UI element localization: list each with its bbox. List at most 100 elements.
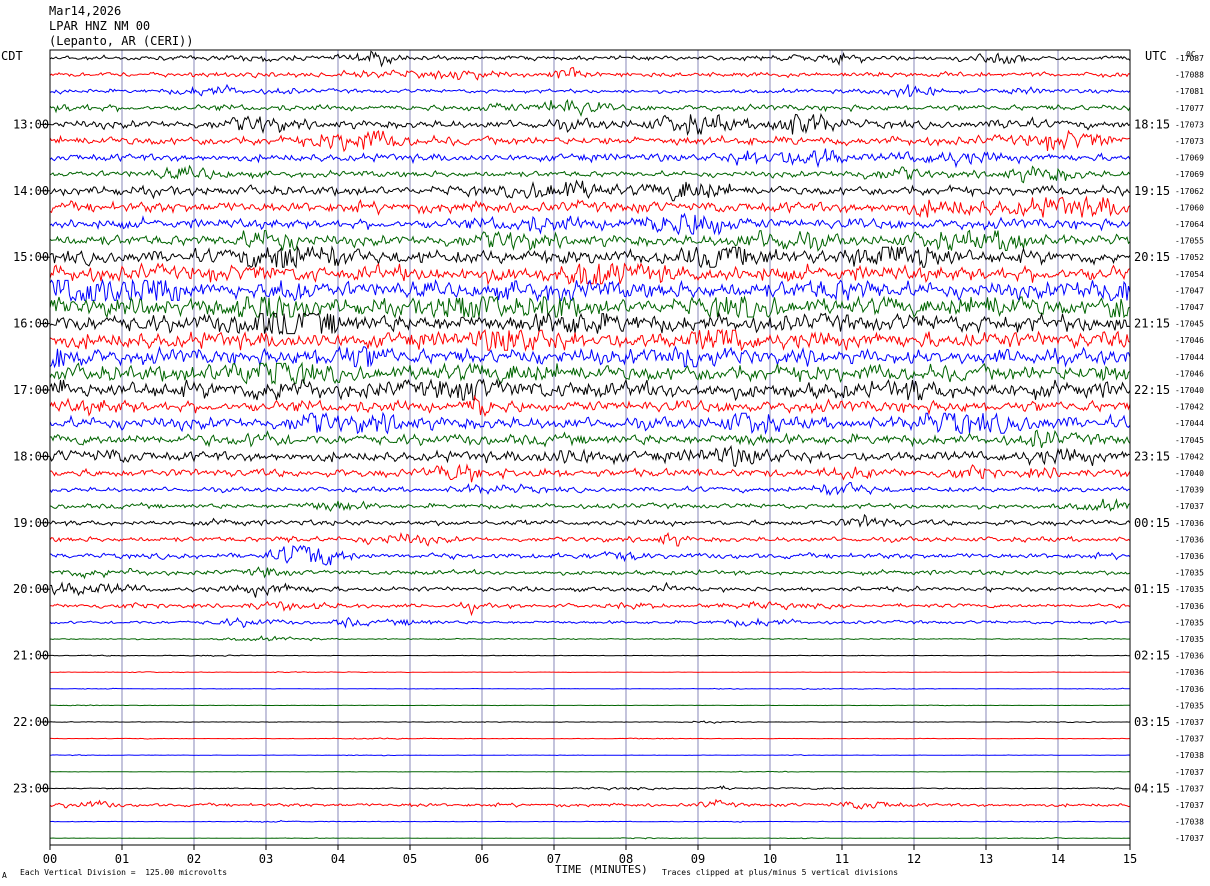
x-tick-label-0: 00: [43, 852, 57, 866]
trace-46: [49, 819, 1130, 823]
trace-16: [49, 311, 1131, 336]
trace-offset-label-39: -17035: [1175, 701, 1204, 710]
x-tick-label-10: 10: [763, 852, 777, 866]
trace-offset-label-3: -17077: [1175, 104, 1204, 113]
trace-offset-label-29: -17036: [1175, 535, 1204, 544]
minute-grid: [121, 50, 1059, 845]
trace-offset-label-34: -17035: [1175, 618, 1204, 627]
trace-offset-label-27: -17037: [1175, 502, 1204, 511]
trace-offset-label-2: -17081: [1175, 87, 1204, 96]
trace-offset-label-23: -17045: [1175, 436, 1204, 445]
right-hour-label: 01:15: [1134, 582, 1170, 596]
trace-42: [49, 754, 1131, 757]
trace-offset-label-6: -17069: [1175, 154, 1204, 163]
x-tick-label-1: 01: [115, 852, 129, 866]
trace-offset-label-44: -17037: [1175, 784, 1204, 793]
trace-45: [49, 798, 1131, 810]
trace-offset-label-19: -17046: [1175, 369, 1204, 378]
trace-11: [49, 229, 1131, 252]
trace-offset-label-30: -17036: [1175, 552, 1204, 561]
trace-offset-label-28: -17036: [1175, 519, 1204, 528]
trace-34: [49, 616, 1131, 629]
left-hour-labels: 13:00 14:00 15:00 16:00 17:00 18:00 19:00 20:00…: [13, 117, 50, 795]
trace-offset-label-4: -17073: [1175, 120, 1204, 129]
trace-38: [49, 687, 1131, 691]
trace-32: [49, 581, 1131, 598]
left-hour-label: 19:00: [13, 516, 49, 530]
trace-offset-label-31: -17035: [1175, 569, 1204, 578]
trace-offset-label-24: -17042: [1175, 452, 1204, 461]
trace-35: [49, 635, 1131, 642]
trace-offset-label-26: -17039: [1175, 486, 1204, 495]
right-hour-label: 18:15: [1134, 117, 1170, 131]
trace-offset-label-12: -17052: [1175, 253, 1204, 262]
trace-offset-label-33: -17036: [1175, 602, 1204, 611]
vertical-division-note: Each Vertical Division = 125.00 microvol…: [20, 868, 228, 877]
trace-offset-label-5: -17073: [1175, 137, 1204, 146]
right-hour-labels: 18:15 19:15 20:15 21:15 22:15 23:15 00:15 01:15…: [1134, 117, 1170, 795]
trace-41: [50, 737, 1130, 740]
x-tick-label-11: 11: [835, 852, 849, 866]
x-tick-label-6: 06: [475, 852, 489, 866]
trace-36: [49, 654, 1130, 657]
trace-7: [49, 164, 1131, 184]
trace-offset-label-45: -17037: [1175, 801, 1204, 810]
trace-33: [49, 600, 1131, 617]
right-hour-label: 22:15: [1134, 383, 1170, 397]
trace-9: [49, 195, 1131, 218]
right-hour-label: 04:15: [1134, 781, 1170, 795]
trace-8: [49, 179, 1131, 202]
left-hour-label: 13:00: [13, 117, 49, 131]
trace-6: [49, 148, 1131, 169]
left-hour-label: 23:00: [13, 781, 49, 795]
right-hour-label: 00:15: [1134, 516, 1170, 530]
trace-offset-label-46: -17038: [1175, 818, 1204, 827]
trace-offset-label-42: -17038: [1175, 751, 1204, 760]
x-tick-label-3: 03: [259, 852, 273, 866]
trace-offset-label-9: -17060: [1175, 203, 1204, 212]
trace-offset-label-41: -17037: [1175, 735, 1204, 744]
right-hour-label: 02:15: [1134, 649, 1170, 663]
trace-19: [49, 361, 1131, 385]
trace-offset-label-15: -17047: [1175, 303, 1204, 312]
trace-17: [49, 328, 1131, 352]
trace-22: [49, 411, 1131, 435]
trace-offset-label-13: -17054: [1175, 270, 1204, 279]
trace-offset-label-22: -17044: [1175, 419, 1204, 428]
trace-3: [49, 98, 1131, 117]
trace-offset-label-25: -17040: [1175, 469, 1204, 478]
trace-27: [49, 498, 1131, 512]
trace-offset-label-43: -17037: [1175, 768, 1204, 777]
trace-20: [49, 378, 1131, 402]
trace-39: [49, 704, 1131, 707]
trace-40: [49, 720, 1131, 724]
trace-offset-label-16: -17045: [1175, 320, 1204, 329]
trace-26: [49, 481, 1131, 496]
left-hour-label: 22:00: [13, 715, 49, 729]
trace-2: [49, 83, 1131, 99]
left-hour-label: 14:00: [13, 184, 49, 198]
trace-23: [49, 429, 1131, 448]
trace-25: [49, 463, 1131, 483]
trace-offset-label-14: -17047: [1175, 286, 1204, 295]
trace-offset-label-10: -17064: [1175, 220, 1204, 229]
clip-note: Traces clipped at plus/minus 5 vertical …: [662, 868, 899, 877]
x-tick-label-2: 02: [187, 852, 201, 866]
trace-47: [49, 836, 1131, 840]
trace-5: [49, 129, 1131, 153]
seismic-traces: [49, 50, 1131, 840]
right-hour-label: 21:15: [1134, 317, 1170, 331]
trace-30: [49, 544, 1131, 566]
trace-15: [49, 295, 1131, 319]
corner-mark: A: [2, 871, 7, 880]
helicorder-plot: 00 01 02 03 04 05 06 07 08 09 10 11 12 13 14 15 13:0014…: [13, 49, 1204, 866]
trace-31: [49, 566, 1131, 580]
left-hour-label: 21:00: [13, 649, 49, 663]
plot-frame: [49, 49, 1131, 846]
trace-offset-label-1: -17088: [1175, 71, 1204, 80]
x-tick-label-13: 13: [979, 852, 993, 866]
trace-12: [49, 245, 1131, 269]
trace-offset-label-17: -17046: [1175, 336, 1204, 345]
trace-offset-label-36: -17036: [1175, 652, 1204, 661]
left-hour-label: 15:00: [13, 250, 49, 264]
